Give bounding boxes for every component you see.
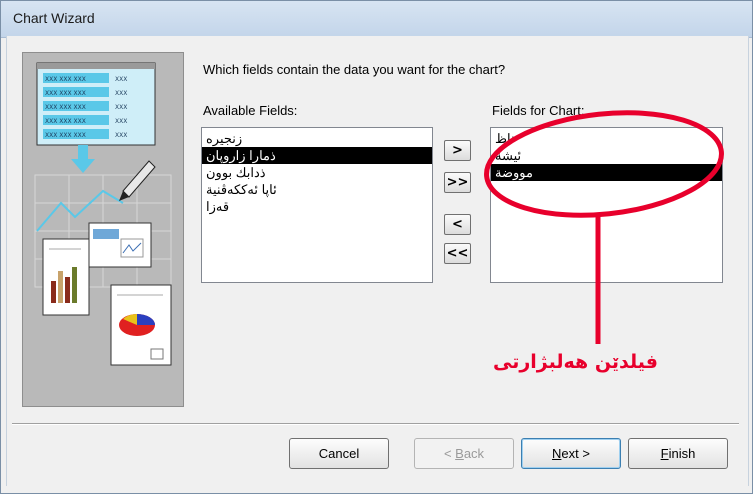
annotation-label: فيلدێن هەلبژارتى	[493, 351, 658, 373]
back-button[interactable]: < Back	[414, 438, 514, 469]
back-rest: ack	[463, 446, 485, 461]
finish-button[interactable]: Finish	[628, 438, 728, 469]
next-mnemonic: N	[552, 446, 562, 461]
next-button[interactable]: Next >	[521, 438, 621, 469]
next-rest: ext >	[561, 446, 590, 461]
back-prefix: <	[443, 446, 456, 461]
finish-rest: inish	[668, 446, 696, 461]
annotation-highlight	[484, 110, 724, 344]
cancel-button[interactable]: Cancel	[289, 438, 389, 469]
finish-mnemonic: F	[660, 446, 669, 461]
button-divider	[12, 423, 739, 425]
back-mnemonic: B	[455, 446, 464, 461]
cancel-button-label: Cancel	[318, 446, 360, 461]
